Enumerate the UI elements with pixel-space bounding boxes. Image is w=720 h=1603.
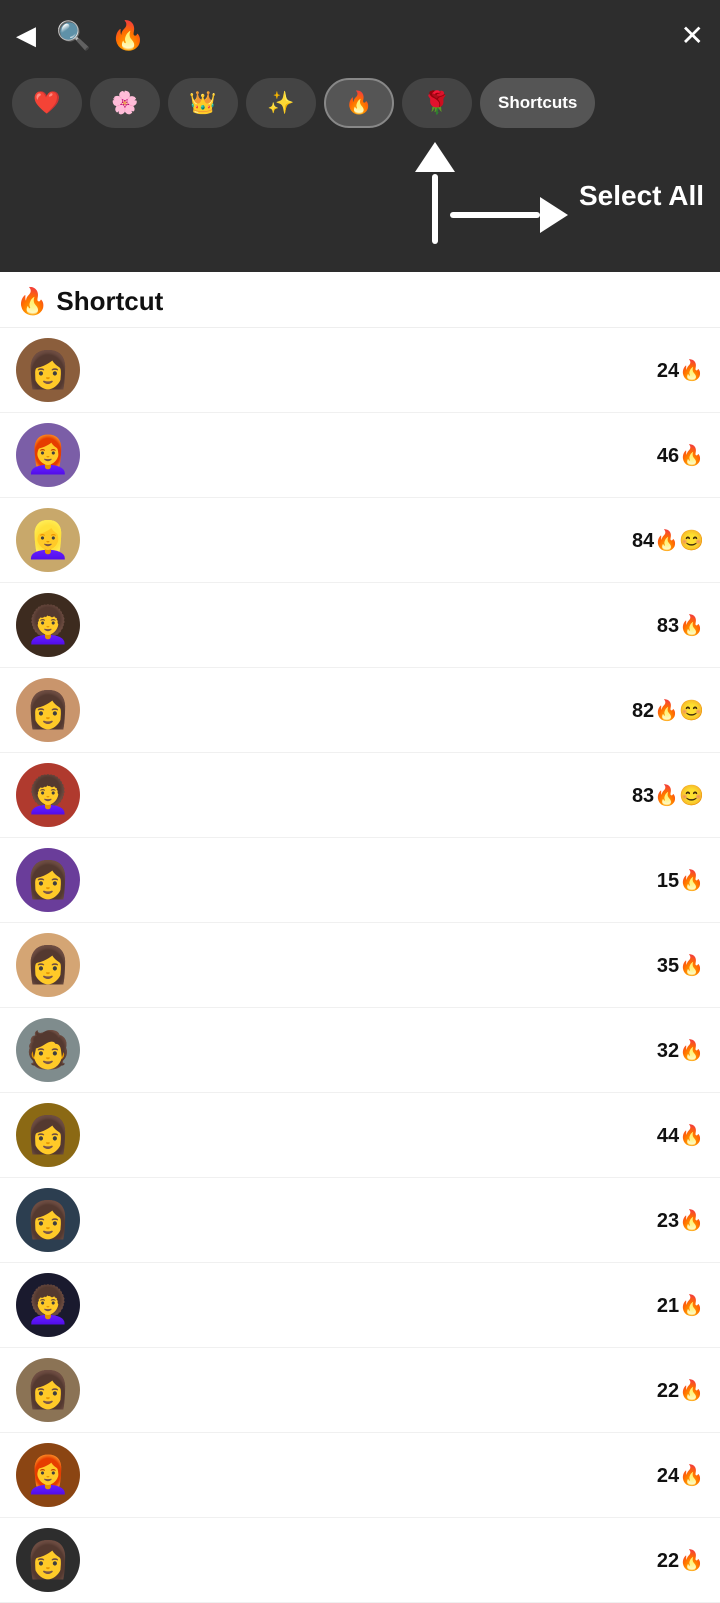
header-left-icons: ◀ 🔍 🔥 xyxy=(16,19,146,52)
filter-tab-flower[interactable]: 🌸 xyxy=(90,78,160,128)
friend-row[interactable]: 👩 44🔥 xyxy=(0,1093,720,1178)
section-title: Shortcut xyxy=(56,286,163,317)
friend-row[interactable]: 👩 82🔥😊 xyxy=(0,668,720,753)
avatar: 👱‍♀️ xyxy=(16,508,80,572)
friend-info: 23🔥 xyxy=(80,1208,704,1233)
back-button[interactable]: ◀ xyxy=(16,20,36,51)
streak-display: 84🔥😊 xyxy=(92,528,704,553)
streak-display: 83🔥😊 xyxy=(92,783,704,808)
streak-display: 23🔥 xyxy=(92,1208,704,1233)
streak-display: 32🔥 xyxy=(92,1038,704,1063)
streak-display: 83🔥 xyxy=(92,613,704,638)
friend-info: 83🔥😊 xyxy=(80,783,704,808)
avatar: 👩‍🦰 xyxy=(16,1443,80,1507)
friend-info: 44🔥 xyxy=(80,1123,704,1148)
friend-info: 22🔥 xyxy=(80,1548,704,1573)
filter-tab-heart[interactable]: ❤️ xyxy=(12,78,82,128)
friend-info: 84🔥😊 xyxy=(80,528,704,553)
annotation-overlay: Select All xyxy=(0,142,720,272)
friend-row[interactable]: 👱‍♀️ 84🔥😊 xyxy=(0,498,720,583)
section-fire-icon: 🔥 xyxy=(16,286,48,317)
streak-display: 24🔥 xyxy=(92,358,704,383)
avatar: 👩‍🦱 xyxy=(16,593,80,657)
filter-tabs-row: ❤️ 🌸 👑 ✨ 🔥 🌹 Shortcuts xyxy=(0,70,720,142)
arrow-right-line xyxy=(450,212,540,218)
streak-display: 46🔥 xyxy=(92,443,704,468)
arrow-right-head xyxy=(540,197,568,233)
avatar: 👩 xyxy=(16,338,80,402)
filter-tab-sparkle[interactable]: ✨ xyxy=(246,78,316,128)
friend-info: 32🔥 xyxy=(80,1038,704,1063)
friend-row[interactable]: 👩‍🦰 24🔥 xyxy=(0,1433,720,1518)
arrow-up-line xyxy=(432,174,438,244)
avatar: 👩 xyxy=(16,933,80,997)
friend-row[interactable]: 🧑 32🔥 xyxy=(0,1008,720,1093)
friend-info: 21🔥 xyxy=(80,1293,704,1318)
friend-info: 15🔥 xyxy=(80,868,704,893)
friend-row[interactable]: 👩‍🦱 21🔥 xyxy=(0,1263,720,1348)
filter-tab-fire[interactable]: 🔥 xyxy=(324,78,394,128)
close-button[interactable]: ✕ xyxy=(681,19,704,52)
annotation-container: Select All xyxy=(0,142,720,272)
friend-info: 35🔥 xyxy=(80,953,704,978)
avatar: 👩 xyxy=(16,1103,80,1167)
select-all-annotation-label: Select All xyxy=(579,180,704,212)
streak-display: 15🔥 xyxy=(92,868,704,893)
filter-tab-crown[interactable]: 👑 xyxy=(168,78,238,128)
friend-row[interactable]: 👩 15🔥 xyxy=(0,838,720,923)
friend-info: 82🔥😊 xyxy=(80,698,704,723)
filter-tab-rose[interactable]: 🌹 xyxy=(402,78,472,128)
avatar: 👩 xyxy=(16,678,80,742)
friend-row[interactable]: 👩‍🦱 83🔥😊 xyxy=(0,753,720,838)
friend-info: 46🔥 xyxy=(80,443,704,468)
app-header: ◀ 🔍 🔥 ✕ xyxy=(0,0,720,70)
avatar: 👩‍🦰 xyxy=(16,423,80,487)
shortcuts-button[interactable]: Shortcuts xyxy=(480,78,595,128)
avatar: 👩‍🦱 xyxy=(16,1273,80,1337)
arrow-right-annotation xyxy=(450,197,568,233)
friend-row[interactable]: 👩 22🔥 xyxy=(0,1348,720,1433)
friend-info: 22🔥 xyxy=(80,1378,704,1403)
streak-display: 21🔥 xyxy=(92,1293,704,1318)
avatar: 👩 xyxy=(16,1188,80,1252)
avatar: 👩 xyxy=(16,848,80,912)
fire-header-icon: 🔥 xyxy=(111,19,146,52)
friend-row[interactable]: 👩 24🔥 xyxy=(0,328,720,413)
streak-display: 82🔥😊 xyxy=(92,698,704,723)
friend-info: 24🔥 xyxy=(80,1463,704,1488)
arrow-up-annotation xyxy=(415,142,455,244)
friend-info: 83🔥 xyxy=(80,613,704,638)
arrow-up-head xyxy=(415,142,455,172)
avatar: 👩 xyxy=(16,1528,80,1592)
streak-display: 22🔥 xyxy=(92,1378,704,1403)
friend-row[interactable]: 👩‍🦱 83🔥 xyxy=(0,583,720,668)
search-button[interactable]: 🔍 xyxy=(56,19,91,52)
streak-display: 35🔥 xyxy=(92,953,704,978)
friend-info: 24🔥 xyxy=(80,358,704,383)
friend-row[interactable]: 👩 35🔥 xyxy=(0,923,720,1008)
avatar: 👩‍🦱 xyxy=(16,763,80,827)
streak-display: 22🔥 xyxy=(92,1548,704,1573)
streak-display: 44🔥 xyxy=(92,1123,704,1148)
friend-list: 👩 24🔥 👩‍🦰 46🔥 👱‍♀️ 84🔥😊 👩‍🦱 83🔥 👩 82🔥😊 👩‍🦱 83🔥😊 👩 15🔥… xyxy=(0,328,720,1603)
friend-row[interactable]: 👩 23🔥 xyxy=(0,1178,720,1263)
avatar: 🧑 xyxy=(16,1018,80,1082)
streak-display: 24🔥 xyxy=(92,1463,704,1488)
section-header: 🔥 Shortcut xyxy=(0,272,720,328)
friend-row[interactable]: 👩‍🦰 46🔥 xyxy=(0,413,720,498)
friend-row[interactable]: 👩 22🔥 xyxy=(0,1518,720,1603)
avatar: 👩 xyxy=(16,1358,80,1422)
